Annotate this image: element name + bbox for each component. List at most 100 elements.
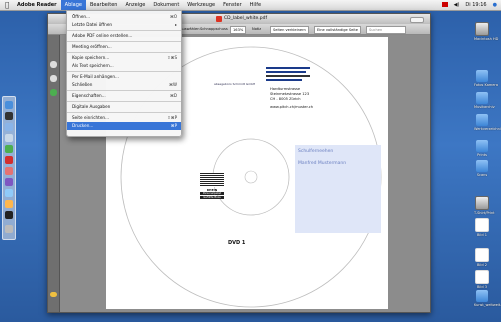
address-line-2: Steinmetzstrasse 123 <box>270 92 310 96</box>
recipient-company: Schulferneehen <box>298 149 334 154</box>
menu-ablage[interactable]: Ablage <box>60 0 86 10</box>
file-menu-item[interactable]: Seite einrichten... ⇧⌘P <box>67 114 181 122</box>
doc-icon <box>475 270 489 284</box>
menu-item-label: Kopie speichern... <box>72 55 110 60</box>
logo-line-1: Personalpaket <box>200 192 224 195</box>
doc-icon <box>475 248 489 262</box>
finder-icon[interactable] <box>5 101 13 109</box>
address-line-3: CH - 8005 Zürich <box>270 97 301 101</box>
file-menu-item[interactable]: Drucken... ⌘P <box>67 122 181 130</box>
menu-item-shortcut: ⌘O <box>169 14 177 19</box>
pages-panel-icon[interactable] <box>50 61 57 68</box>
preview-icon[interactable] <box>5 189 13 197</box>
fit-width-button[interactable]: Seiten verkleinern <box>270 26 309 34</box>
photo-icon[interactable] <box>5 200 13 208</box>
attachments-panel-icon[interactable] <box>50 89 57 96</box>
desktop-icon[interactable]: Bild 3 <box>474 270 490 289</box>
menu-separator <box>67 71 181 72</box>
menu-werkzeuge[interactable]: Werkzeuge <box>183 0 219 10</box>
terminal-icon[interactable] <box>5 211 13 219</box>
volume-icon[interactable]: ◀) <box>454 0 460 10</box>
menu-separator <box>67 41 181 42</box>
fit-page-button[interactable]: Eine vollständige Seite <box>314 26 362 34</box>
note-tool-button[interactable]: Notiz <box>252 26 261 32</box>
logo-block: RHEIN Personalpaket Gefüllte Boxe <box>200 173 224 205</box>
calendar-icon[interactable] <box>5 167 13 175</box>
adobe-reader-icon[interactable] <box>5 156 13 164</box>
desktop-icon-label: Macintosh HD <box>474 37 499 41</box>
desktop-icon[interactable]: Kunst_weltweit.doc <box>474 290 501 307</box>
bookmarks-panel-icon[interactable] <box>50 75 57 82</box>
file-menu-item[interactable]: Öffnen... ⌘O <box>67 13 181 21</box>
desktop-icon[interactable]: Werkverzeichnis <box>474 114 501 131</box>
navigation-sidebar <box>48 35 60 312</box>
header-bars <box>266 67 310 81</box>
find-field[interactable]: Suchen <box>366 26 406 34</box>
file-menu-item[interactable]: Meeting eröffnen... <box>67 43 181 51</box>
mail-icon[interactable] <box>5 134 13 142</box>
logo-stripes <box>200 173 224 187</box>
desktop-icon[interactable]: Bild 2 <box>474 248 490 267</box>
file-menu-item[interactable]: Eigenschaften... ⌘D <box>67 92 181 100</box>
desktop-icon[interactable]: Macintosh HD <box>474 22 499 41</box>
menu-item-shortcut: ⇧⌘S <box>167 55 177 60</box>
file-menu: Öffnen... ⌘O Letzte Datei öffnen ▸ Adobe PDF… <box>66 10 182 137</box>
desktop-icon[interactable]: Musikarchiv <box>474 92 495 109</box>
spotlight-icon[interactable]: ● <box>493 0 497 10</box>
snapshot-tool-button[interactable]: Schnappschuss <box>200 26 228 32</box>
menu-item-label: Digitale Ausgaben <box>72 104 111 109</box>
menu-fenster[interactable]: Fenster <box>219 0 246 10</box>
menu-hilfe[interactable]: Hilfe <box>246 0 265 10</box>
desktop-icon[interactable]: Bild 1 <box>474 218 490 237</box>
file-menu-item[interactable]: Als Text speichern... <box>67 62 181 70</box>
menu-item-label: Meeting eröffnen... <box>72 44 112 49</box>
menu-item-label: Adobe PDF online erstellen... <box>72 33 133 38</box>
file-menu-item[interactable]: Adobe PDF online erstellen... <box>67 32 181 40</box>
dock <box>2 96 16 240</box>
keyboard-flag-icon[interactable] <box>441 2 448 7</box>
menu-item-shortcut: ⌘P <box>170 123 177 128</box>
logo-line-2: Gefüllte Boxe <box>200 196 224 199</box>
desktop-icon[interactable]: Scans <box>474 160 490 177</box>
menu-separator <box>67 101 181 102</box>
menu-dokument[interactable]: Dokument <box>149 0 183 10</box>
menu-item-label: Drucken... <box>72 123 94 128</box>
desktop-icon[interactable]: Prints <box>474 140 490 157</box>
itunes-icon[interactable] <box>5 178 13 186</box>
pdf-file-icon <box>216 16 222 22</box>
file-menu-item[interactable]: Kopie speichern... ⇧⌘S <box>67 54 181 62</box>
desktop-icon-label: Musikarchiv <box>474 105 495 109</box>
trash-icon[interactable] <box>5 225 13 233</box>
apple-menu-icon[interactable]:  <box>5 0 13 10</box>
file-menu-item[interactable]: Letzte Datei öffnen ▸ <box>67 21 181 29</box>
sender-line: absagebüro Schmidt GmbH <box>214 82 256 86</box>
file-menu-item[interactable]: Digitale Ausgaben <box>67 103 181 111</box>
folder-icon <box>476 70 488 82</box>
menu-anzeige[interactable]: Anzeige <box>121 0 149 10</box>
menu-item-label: Öffnen... <box>72 14 91 19</box>
menu-app[interactable]: Adobe Reader <box>13 0 61 10</box>
drive-icon <box>475 196 489 210</box>
doc-icon <box>475 218 489 232</box>
desktop-icon-label: Bild 1 <box>477 233 487 237</box>
menu-separator <box>67 52 181 53</box>
ichat-icon[interactable] <box>5 145 13 153</box>
dashboard-icon[interactable] <box>5 112 13 120</box>
toolbar-toggle-button[interactable] <box>410 17 424 23</box>
menu-clock[interactable]: Di 19:16 <box>465 0 486 10</box>
desktop-icon-label: Scans <box>476 173 488 177</box>
menu-item-label: Letzte Datei öffnen <box>72 22 113 27</box>
desktop-icon[interactable]: Fotos Kamera <box>474 70 498 87</box>
select-tool-button[interactable]: Auswählen <box>180 26 200 32</box>
folder-icon <box>476 160 488 172</box>
folder-icon <box>476 140 488 152</box>
safari-icon[interactable] <box>5 123 13 131</box>
file-menu-item[interactable]: Schließen ⌘W <box>67 81 181 89</box>
zoom-field[interactable]: 163% <box>230 26 247 34</box>
window-title: CD_label_white.pdf <box>224 16 268 21</box>
sidebar-folder-icon[interactable] <box>50 292 57 297</box>
desktop-icon[interactable]: T-Shirt/Print <box>474 196 495 215</box>
menu-bearbeiten[interactable]: Bearbeiten <box>86 0 121 10</box>
menu-separator <box>67 90 181 91</box>
file-menu-item[interactable]: Per E-Mail anhängen... <box>67 73 181 81</box>
